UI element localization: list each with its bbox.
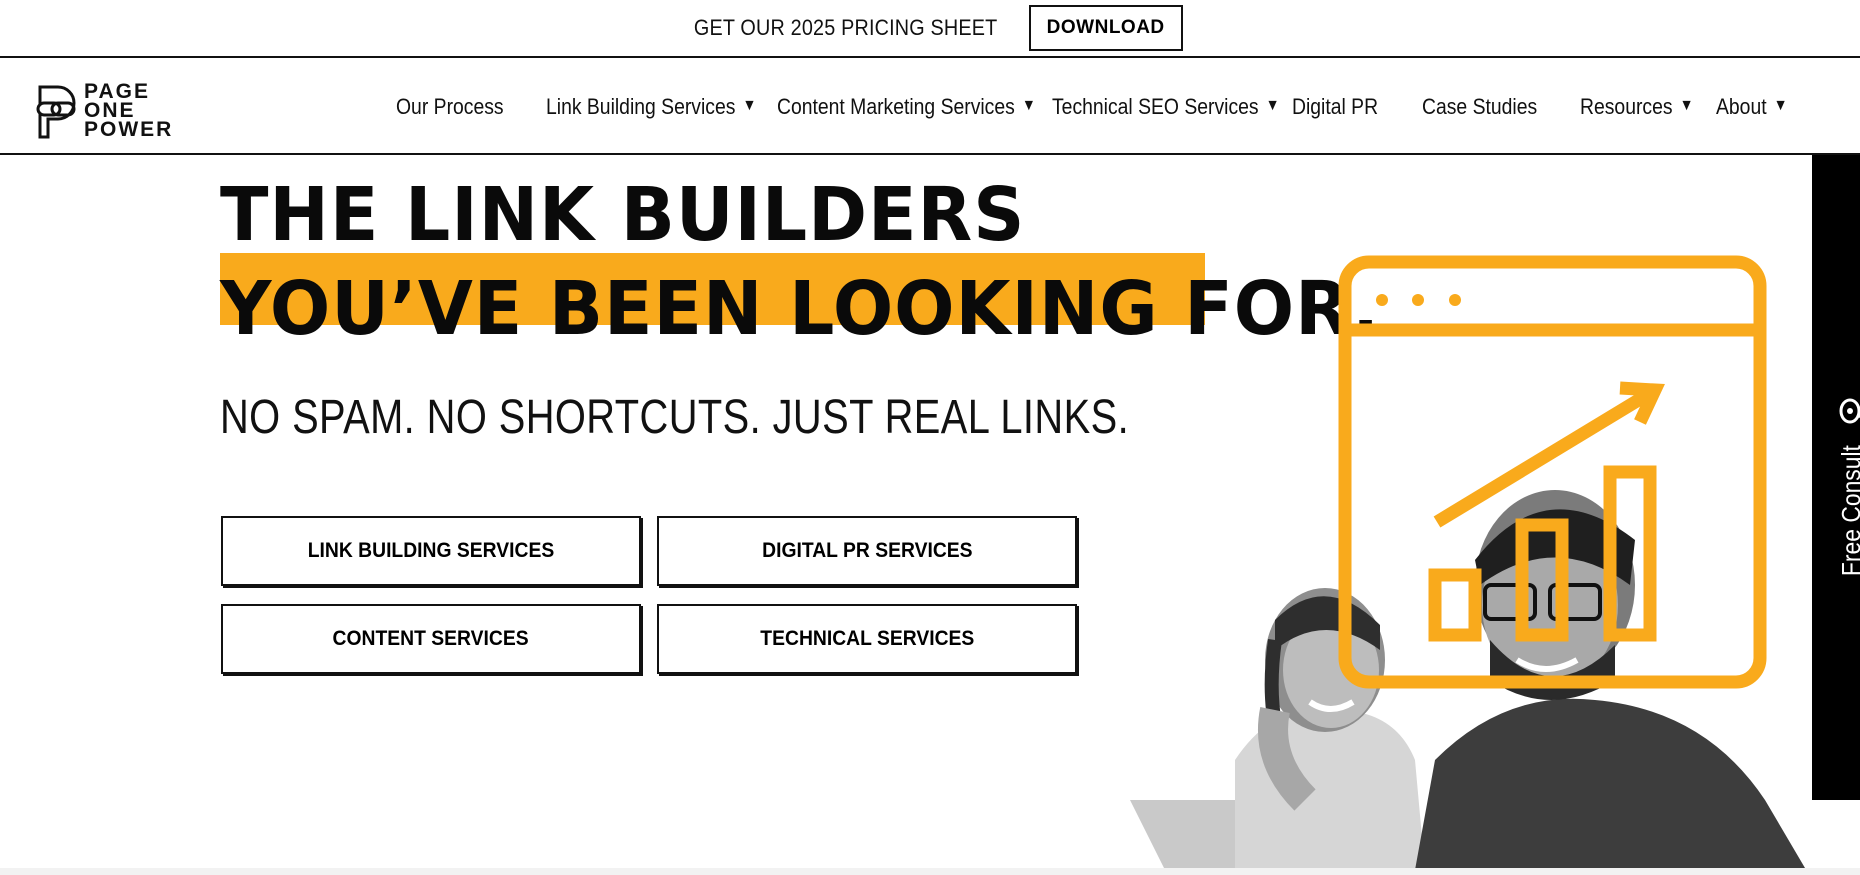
caret-down-icon: ▼ bbox=[1021, 97, 1036, 114]
woman-figure bbox=[1235, 588, 1425, 868]
promo-text: GET OUR 2025 PRICING SHEET bbox=[694, 15, 998, 40]
section-divider bbox=[0, 868, 1860, 875]
hero-title-line-1: THE LINK BUILDERS bbox=[220, 172, 1026, 258]
link-building-services-button[interactable]: LINK BUILDING SERVICES bbox=[221, 516, 641, 586]
download-button[interactable]: DOWNLOAD bbox=[1028, 5, 1183, 51]
nav-case-studies[interactable]: Case Studies bbox=[1422, 94, 1537, 120]
promo-bar: GET OUR 2025 PRICING SHEET DOWNLOAD bbox=[0, 0, 1860, 58]
nav-digital-pr[interactable]: Digital PR bbox=[1292, 94, 1378, 120]
nav-link-building-services[interactable]: Link Building Services ▼ bbox=[546, 94, 756, 120]
chat-bubble-icon bbox=[1839, 398, 1860, 424]
button-label: LINK BUILDING SERVICES bbox=[307, 539, 555, 562]
technical-services-button[interactable]: TECHNICAL SERVICES bbox=[657, 604, 1077, 674]
nav-label: Link Building Services bbox=[546, 94, 736, 119]
hero-illustration bbox=[1130, 255, 1805, 868]
nav-resources[interactable]: Resources ▼ bbox=[1580, 94, 1694, 120]
caret-down-icon: ▼ bbox=[1679, 97, 1694, 114]
button-label: DIGITAL PR SERVICES bbox=[761, 539, 973, 562]
nav-label: Technical SEO Services bbox=[1052, 94, 1259, 119]
nav-technical-seo-services[interactable]: Technical SEO Services ▼ bbox=[1052, 94, 1280, 120]
caret-down-icon: ▼ bbox=[1773, 97, 1788, 114]
nav-label: Content Marketing Services bbox=[777, 94, 1015, 119]
nav-content-marketing-services[interactable]: Content Marketing Services ▼ bbox=[777, 94, 1036, 120]
free-consult-content: Free Consult bbox=[1836, 398, 1860, 585]
content-services-button[interactable]: CONTENT SERVICES bbox=[221, 604, 641, 674]
nav-about[interactable]: About ▼ bbox=[1716, 94, 1788, 120]
logo-wordmark: PAGE ONE POWER bbox=[84, 81, 174, 141]
nav-label: Our Process bbox=[396, 94, 504, 119]
free-consult-tab[interactable]: Free Consult bbox=[1812, 155, 1860, 800]
nav-our-process[interactable]: Our Process bbox=[396, 94, 504, 120]
nav-label: Case Studies bbox=[1422, 94, 1538, 119]
caret-down-icon: ▼ bbox=[1265, 97, 1280, 114]
button-label: TECHNICAL SERVICES bbox=[759, 627, 974, 650]
logo-word-power: POWER bbox=[84, 118, 174, 141]
button-label: CONTENT SERVICES bbox=[332, 627, 530, 650]
nav-label: Resources bbox=[1580, 94, 1673, 119]
nav-label: About bbox=[1716, 94, 1767, 119]
digital-pr-services-button[interactable]: DIGITAL PR SERVICES bbox=[657, 516, 1077, 586]
site-header: PAGE ONE POWER Our Process Link Building… bbox=[0, 58, 1860, 155]
nav-label: Digital PR bbox=[1292, 94, 1379, 119]
hero-subtitle: NO SPAM. NO SHORTCUTS. JUST REAL LINKS. bbox=[220, 391, 1130, 444]
site-logo[interactable]: PAGE ONE POWER bbox=[34, 81, 174, 141]
caret-down-icon: ▼ bbox=[742, 97, 757, 114]
free-consult-label: Free Consult bbox=[1836, 445, 1860, 577]
chain-link-logo-icon bbox=[36, 85, 76, 138]
